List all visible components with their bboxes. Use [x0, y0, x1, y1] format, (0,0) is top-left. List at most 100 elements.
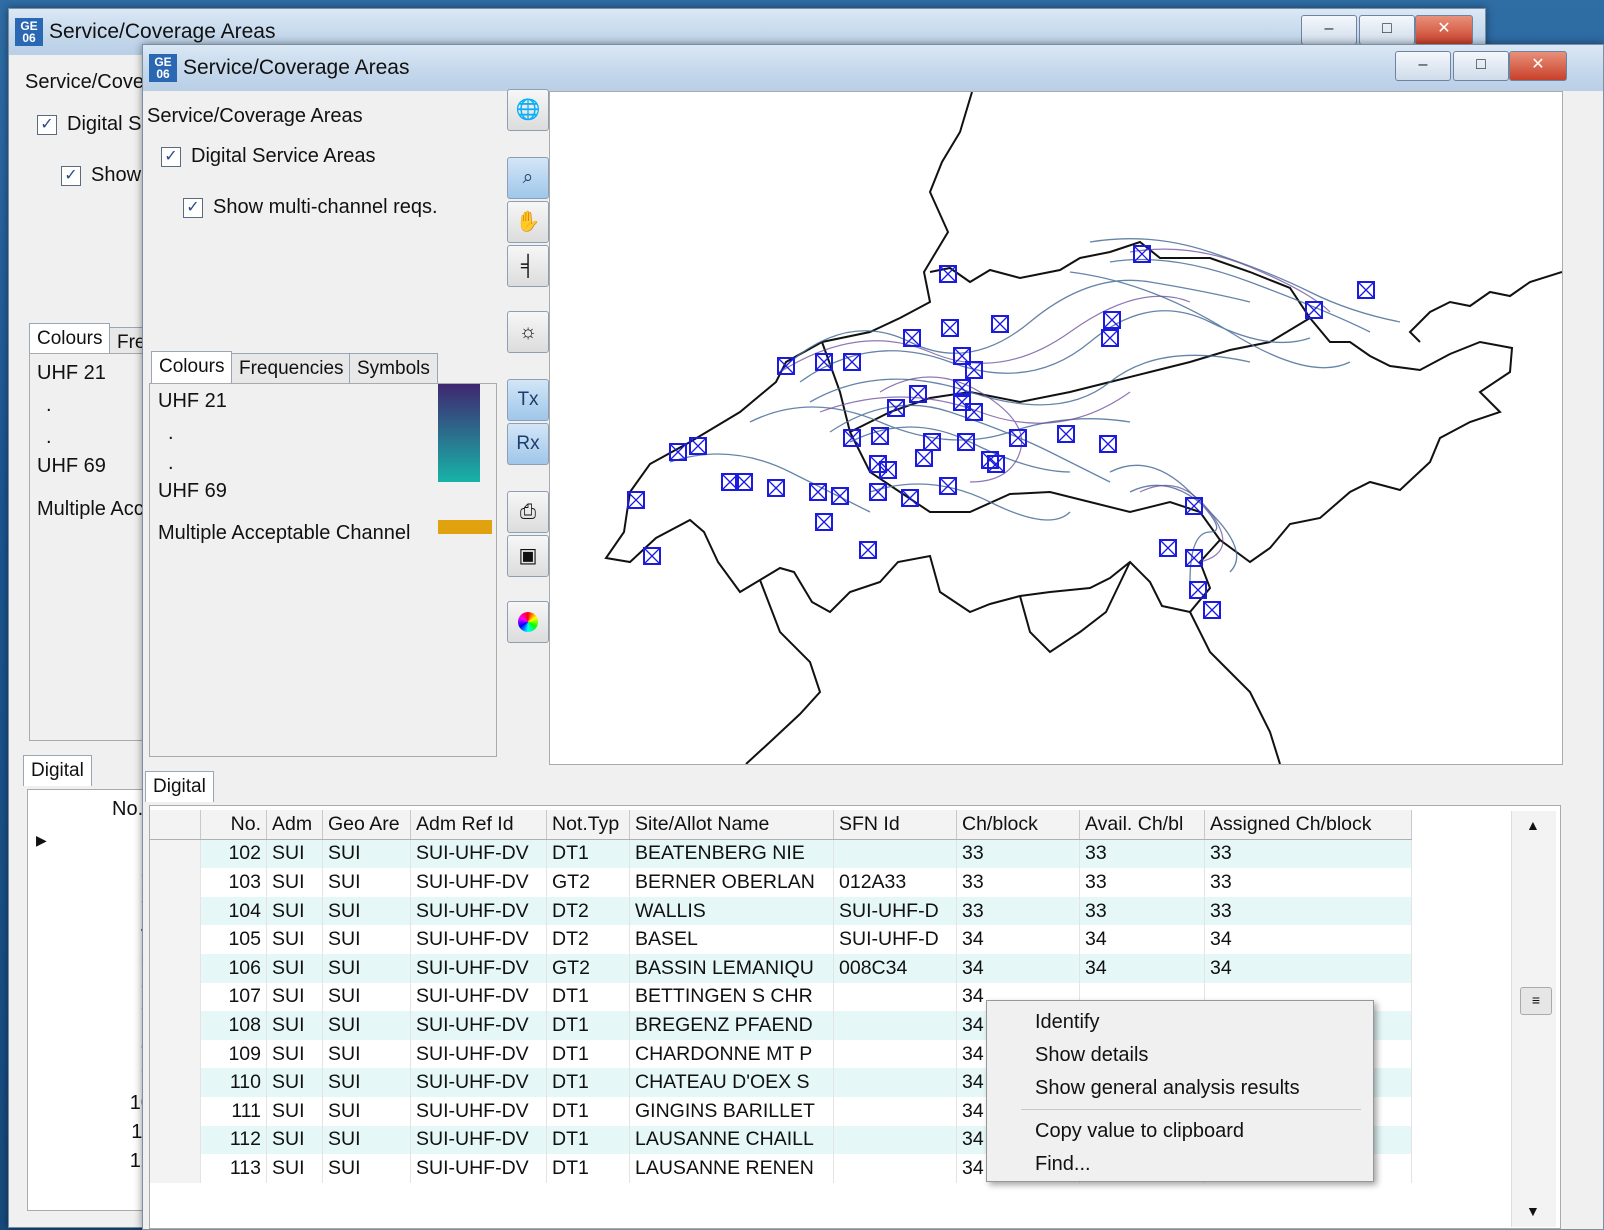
transmitter-marker[interactable] — [901, 489, 919, 507]
table-row[interactable]: 105 SUI SUI SUI-UHF-DV DT2 BASEL SUI-UHF-D 34 34… — [150, 925, 1412, 954]
table-cell[interactable]: BEATENBERG NIE — [629, 839, 834, 869]
table-cell[interactable]: 33 — [1079, 868, 1205, 897]
table-cell[interactable]: BASEL — [629, 925, 834, 954]
menu-item-copy-value[interactable]: Copy value to clipboard — [1035, 1120, 1244, 1143]
table-cell[interactable]: 112 — [200, 1125, 267, 1155]
table-cell[interactable]: SUI — [266, 839, 323, 869]
table-cell[interactable]: SUI — [266, 925, 323, 954]
table-cell[interactable]: GT2 — [546, 953, 630, 983]
menu-item-identify[interactable]: Identify — [1035, 1011, 1099, 1034]
table-cell[interactable]: SUI-UHF-DV — [410, 953, 547, 983]
globe-icon[interactable]: 🌐 — [507, 89, 549, 131]
table-cell[interactable]: SUI — [266, 1068, 323, 1097]
table-cell[interactable]: SUI-UHF-DV — [410, 1068, 547, 1097]
col-header[interactable]: Assigned Ch/block — [1204, 810, 1412, 840]
table-cell[interactable] — [833, 839, 957, 869]
table-cell[interactable]: 107 — [200, 982, 267, 1012]
table-cell[interactable]: SUI-UHF-DV — [410, 839, 547, 869]
row-header-cell[interactable] — [150, 1068, 201, 1097]
col-header[interactable]: Geo Are — [322, 810, 411, 840]
row-header-cell[interactable] — [150, 1125, 201, 1155]
transmitter-marker[interactable] — [987, 455, 1005, 473]
zoom-icon[interactable]: ⌕ — [507, 157, 549, 199]
color-wheel-icon[interactable] — [507, 601, 549, 643]
maximize-button[interactable]: □ — [1359, 15, 1415, 45]
transmitter-marker[interactable] — [869, 455, 887, 473]
save-icon[interactable]: ▣ — [507, 535, 549, 577]
table-cell[interactable]: SUI-UHF-DV — [410, 868, 547, 897]
pan-hand-icon[interactable]: ✋ — [507, 201, 549, 243]
table-cell[interactable]: SUI-UHF-D — [833, 925, 957, 954]
table-cell[interactable]: SUI-UHF-DV — [410, 982, 547, 1012]
table-cell[interactable]: CHARDONNE MT P — [629, 1039, 834, 1069]
table-cell[interactable]: BERNER OBERLAN — [629, 868, 834, 897]
transmitter-marker[interactable] — [869, 483, 887, 501]
transmitter-marker[interactable] — [1009, 429, 1027, 447]
table-cell[interactable]: DT2 — [546, 925, 630, 954]
table-cell[interactable]: SUI — [322, 1068, 411, 1097]
table-cell[interactable]: SUI — [322, 896, 411, 926]
table-cell[interactable]: GINGINS BARILLET — [629, 1096, 834, 1126]
row-header-cell[interactable] — [150, 925, 201, 954]
transmitter-marker[interactable] — [879, 461, 897, 479]
table-cell[interactable]: 008C34 — [833, 953, 957, 983]
table-cell[interactable]: LAUSANNE CHAILL — [629, 1125, 834, 1155]
transmitter-marker[interactable] — [859, 541, 877, 559]
maximize-button[interactable]: □ — [1453, 51, 1509, 81]
multi-channel-checkbox[interactable]: ✓ Show multi-channel reqs. — [183, 196, 438, 219]
checkbox-checked-icon[interactable]: ✓ — [61, 165, 81, 186]
table-cell[interactable]: SUI-UHF-DV — [410, 1011, 547, 1040]
table-cell[interactable]: 34 — [1079, 953, 1205, 983]
transmitter-marker[interactable] — [643, 547, 661, 565]
table-cell[interactable]: DT1 — [546, 1068, 630, 1097]
table-cell[interactable]: 111 — [200, 1096, 267, 1126]
transmitter-marker[interactable] — [1203, 601, 1221, 619]
table-cell[interactable] — [833, 1154, 957, 1183]
front-window-titlebar[interactable]: GE 06 Service/Coverage Areas – □ ✕ — [143, 45, 1603, 91]
checkbox-checked-icon[interactable]: ✓ — [161, 146, 181, 167]
table-cell[interactable]: SUI-UHF-DV — [410, 896, 547, 926]
table-cell[interactable]: DT1 — [546, 1011, 630, 1040]
table-cell[interactable]: 34 — [956, 953, 1080, 983]
table-cell[interactable]: 103 — [200, 868, 267, 897]
transmitter-marker[interactable] — [1189, 581, 1207, 599]
table-cell[interactable]: SUI-UHF-DV — [410, 925, 547, 954]
transmitter-marker[interactable] — [981, 451, 999, 469]
table-cell[interactable]: DT2 — [546, 896, 630, 926]
minimize-button[interactable]: – — [1301, 15, 1357, 45]
table-cell[interactable] — [833, 1125, 957, 1155]
table-cell[interactable]: 33 — [1204, 896, 1412, 926]
table-cell[interactable]: 33 — [956, 868, 1080, 897]
table-cell[interactable]: DT1 — [546, 1039, 630, 1069]
back-tab-colours[interactable]: Colours — [29, 323, 111, 354]
transmitter-marker[interactable] — [1099, 435, 1117, 453]
row-header-cell[interactable] — [150, 839, 201, 869]
menu-item-show-details[interactable]: Show details — [1035, 1044, 1148, 1067]
measure-icon[interactable]: ╡ — [507, 245, 549, 287]
table-cell[interactable]: DT1 — [546, 839, 630, 869]
tab-digital[interactable]: Digital — [145, 771, 214, 802]
table-cell[interactable]: 33 — [1079, 896, 1205, 926]
print-icon[interactable]: ⎙ — [507, 491, 549, 533]
table-row[interactable]: 106 SUI SUI SUI-UHF-DV GT2 BASSIN LEMANIQU 008… — [150, 953, 1412, 983]
row-header-cell[interactable] — [150, 1096, 201, 1126]
transmitter-marker[interactable] — [767, 479, 785, 497]
back-show-checkbox[interactable]: ✓ Show — [61, 164, 141, 187]
transmitter-marker[interactable] — [627, 491, 645, 509]
table-cell[interactable]: SUI-UHF-DV — [410, 1039, 547, 1069]
checkbox-checked-icon[interactable]: ✓ — [183, 197, 203, 218]
transmitter-marker[interactable] — [957, 433, 975, 451]
table-cell[interactable]: SUI — [266, 1011, 323, 1040]
table-cell[interactable]: 33 — [1079, 839, 1205, 869]
table-cell[interactable]: SUI — [322, 1154, 411, 1183]
table-cell[interactable]: SUI — [322, 953, 411, 983]
menu-item-show-general-analysis[interactable]: Show general analysis results — [1035, 1077, 1300, 1100]
digital-service-areas-checkbox[interactable]: ✓ Digital Service Areas — [161, 145, 376, 168]
table-cell[interactable] — [833, 1096, 957, 1126]
tx-button[interactable]: Tx — [507, 379, 549, 421]
table-cell[interactable]: SUI — [322, 839, 411, 869]
table-cell[interactable]: SUI-UHF-DV — [410, 1096, 547, 1126]
transmitter-marker[interactable] — [815, 513, 833, 531]
col-header[interactable]: Adm — [266, 810, 323, 840]
transmitter-marker[interactable] — [1185, 497, 1203, 515]
